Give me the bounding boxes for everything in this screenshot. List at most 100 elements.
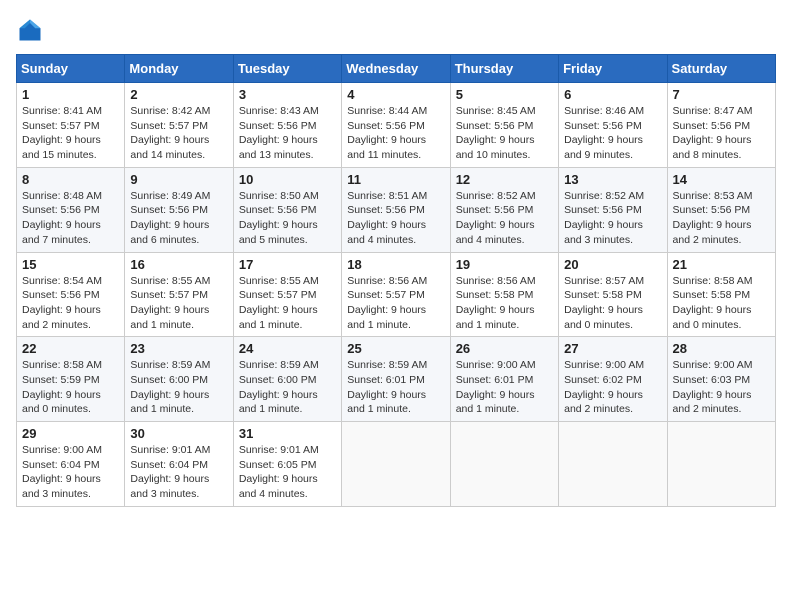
day-number: 14 — [673, 172, 770, 187]
calendar-cell: 12 Sunrise: 8:52 AMSunset: 5:56 PMDaylig… — [450, 167, 558, 252]
calendar-week-row: 8 Sunrise: 8:48 AMSunset: 5:56 PMDayligh… — [17, 167, 776, 252]
day-details: Sunrise: 8:55 AMSunset: 5:57 PMDaylight:… — [239, 275, 319, 331]
day-details: Sunrise: 8:55 AMSunset: 5:57 PMDaylight:… — [130, 275, 210, 331]
day-details: Sunrise: 8:59 AMSunset: 6:01 PMDaylight:… — [347, 359, 427, 415]
day-details: Sunrise: 8:44 AMSunset: 5:56 PMDaylight:… — [347, 105, 427, 161]
day-details: Sunrise: 8:56 AMSunset: 5:58 PMDaylight:… — [456, 275, 536, 331]
calendar-cell: 14 Sunrise: 8:53 AMSunset: 5:56 PMDaylig… — [667, 167, 775, 252]
day-number: 21 — [673, 257, 770, 272]
weekday-header-thursday: Thursday — [450, 55, 558, 83]
calendar-cell: 30 Sunrise: 9:01 AMSunset: 6:04 PMDaylig… — [125, 422, 233, 507]
calendar-header-row: SundayMondayTuesdayWednesdayThursdayFrid… — [17, 55, 776, 83]
day-details: Sunrise: 8:54 AMSunset: 5:56 PMDaylight:… — [22, 275, 102, 331]
weekday-header-saturday: Saturday — [667, 55, 775, 83]
day-details: Sunrise: 8:49 AMSunset: 5:56 PMDaylight:… — [130, 190, 210, 246]
calendar-cell: 4 Sunrise: 8:44 AMSunset: 5:56 PMDayligh… — [342, 83, 450, 168]
day-number: 12 — [456, 172, 553, 187]
weekday-header-monday: Monday — [125, 55, 233, 83]
day-details: Sunrise: 9:00 AMSunset: 6:04 PMDaylight:… — [22, 444, 102, 500]
day-number: 30 — [130, 426, 227, 441]
calendar-cell: 3 Sunrise: 8:43 AMSunset: 5:56 PMDayligh… — [233, 83, 341, 168]
calendar-cell: 21 Sunrise: 8:58 AMSunset: 5:58 PMDaylig… — [667, 252, 775, 337]
day-number: 22 — [22, 341, 119, 356]
day-number: 28 — [673, 341, 770, 356]
day-number: 15 — [22, 257, 119, 272]
day-details: Sunrise: 8:52 AMSunset: 5:56 PMDaylight:… — [456, 190, 536, 246]
calendar-cell: 27 Sunrise: 9:00 AMSunset: 6:02 PMDaylig… — [559, 337, 667, 422]
calendar-cell: 13 Sunrise: 8:52 AMSunset: 5:56 PMDaylig… — [559, 167, 667, 252]
day-number: 25 — [347, 341, 444, 356]
day-number: 26 — [456, 341, 553, 356]
day-number: 18 — [347, 257, 444, 272]
day-number: 13 — [564, 172, 661, 187]
calendar-week-row: 22 Sunrise: 8:58 AMSunset: 5:59 PMDaylig… — [17, 337, 776, 422]
calendar-week-row: 1 Sunrise: 8:41 AMSunset: 5:57 PMDayligh… — [17, 83, 776, 168]
calendar-cell: 28 Sunrise: 9:00 AMSunset: 6:03 PMDaylig… — [667, 337, 775, 422]
calendar-cell: 26 Sunrise: 9:00 AMSunset: 6:01 PMDaylig… — [450, 337, 558, 422]
day-details: Sunrise: 8:59 AMSunset: 6:00 PMDaylight:… — [130, 359, 210, 415]
calendar-cell: 16 Sunrise: 8:55 AMSunset: 5:57 PMDaylig… — [125, 252, 233, 337]
calendar-cell: 31 Sunrise: 9:01 AMSunset: 6:05 PMDaylig… — [233, 422, 341, 507]
day-number: 6 — [564, 87, 661, 102]
day-details: Sunrise: 8:53 AMSunset: 5:56 PMDaylight:… — [673, 190, 753, 246]
day-details: Sunrise: 9:00 AMSunset: 6:03 PMDaylight:… — [673, 359, 753, 415]
calendar-table: SundayMondayTuesdayWednesdayThursdayFrid… — [16, 54, 776, 507]
day-number: 3 — [239, 87, 336, 102]
page-header — [16, 16, 776, 44]
calendar-cell: 18 Sunrise: 8:56 AMSunset: 5:57 PMDaylig… — [342, 252, 450, 337]
day-number: 23 — [130, 341, 227, 356]
day-number: 2 — [130, 87, 227, 102]
day-number: 1 — [22, 87, 119, 102]
day-number: 16 — [130, 257, 227, 272]
calendar-week-row: 29 Sunrise: 9:00 AMSunset: 6:04 PMDaylig… — [17, 422, 776, 507]
calendar-cell — [342, 422, 450, 507]
calendar-cell: 22 Sunrise: 8:58 AMSunset: 5:59 PMDaylig… — [17, 337, 125, 422]
day-number: 19 — [456, 257, 553, 272]
day-details: Sunrise: 8:51 AMSunset: 5:56 PMDaylight:… — [347, 190, 427, 246]
day-details: Sunrise: 8:59 AMSunset: 6:00 PMDaylight:… — [239, 359, 319, 415]
day-number: 9 — [130, 172, 227, 187]
day-number: 10 — [239, 172, 336, 187]
day-details: Sunrise: 9:01 AMSunset: 6:04 PMDaylight:… — [130, 444, 210, 500]
calendar-cell — [667, 422, 775, 507]
calendar-cell: 17 Sunrise: 8:55 AMSunset: 5:57 PMDaylig… — [233, 252, 341, 337]
calendar-cell: 7 Sunrise: 8:47 AMSunset: 5:56 PMDayligh… — [667, 83, 775, 168]
day-details: Sunrise: 8:58 AMSunset: 5:59 PMDaylight:… — [22, 359, 102, 415]
day-number: 8 — [22, 172, 119, 187]
calendar-week-row: 15 Sunrise: 8:54 AMSunset: 5:56 PMDaylig… — [17, 252, 776, 337]
day-number: 20 — [564, 257, 661, 272]
day-details: Sunrise: 8:56 AMSunset: 5:57 PMDaylight:… — [347, 275, 427, 331]
calendar-cell: 29 Sunrise: 9:00 AMSunset: 6:04 PMDaylig… — [17, 422, 125, 507]
day-details: Sunrise: 8:45 AMSunset: 5:56 PMDaylight:… — [456, 105, 536, 161]
calendar-cell: 9 Sunrise: 8:49 AMSunset: 5:56 PMDayligh… — [125, 167, 233, 252]
day-details: Sunrise: 8:58 AMSunset: 5:58 PMDaylight:… — [673, 275, 753, 331]
day-number: 7 — [673, 87, 770, 102]
calendar-cell: 25 Sunrise: 8:59 AMSunset: 6:01 PMDaylig… — [342, 337, 450, 422]
weekday-header-wednesday: Wednesday — [342, 55, 450, 83]
day-details: Sunrise: 9:00 AMSunset: 6:02 PMDaylight:… — [564, 359, 644, 415]
calendar-cell — [450, 422, 558, 507]
weekday-header-tuesday: Tuesday — [233, 55, 341, 83]
day-number: 5 — [456, 87, 553, 102]
day-number: 29 — [22, 426, 119, 441]
day-details: Sunrise: 8:41 AMSunset: 5:57 PMDaylight:… — [22, 105, 102, 161]
day-number: 31 — [239, 426, 336, 441]
day-details: Sunrise: 8:47 AMSunset: 5:56 PMDaylight:… — [673, 105, 753, 161]
calendar-cell: 5 Sunrise: 8:45 AMSunset: 5:56 PMDayligh… — [450, 83, 558, 168]
calendar-cell: 1 Sunrise: 8:41 AMSunset: 5:57 PMDayligh… — [17, 83, 125, 168]
day-details: Sunrise: 8:57 AMSunset: 5:58 PMDaylight:… — [564, 275, 644, 331]
logo — [16, 16, 48, 44]
day-details: Sunrise: 8:52 AMSunset: 5:56 PMDaylight:… — [564, 190, 644, 246]
calendar-cell — [559, 422, 667, 507]
day-details: Sunrise: 9:01 AMSunset: 6:05 PMDaylight:… — [239, 444, 319, 500]
day-details: Sunrise: 8:50 AMSunset: 5:56 PMDaylight:… — [239, 190, 319, 246]
day-details: Sunrise: 9:00 AMSunset: 6:01 PMDaylight:… — [456, 359, 536, 415]
calendar-cell: 24 Sunrise: 8:59 AMSunset: 6:00 PMDaylig… — [233, 337, 341, 422]
calendar-cell: 11 Sunrise: 8:51 AMSunset: 5:56 PMDaylig… — [342, 167, 450, 252]
weekday-header-sunday: Sunday — [17, 55, 125, 83]
day-details: Sunrise: 8:43 AMSunset: 5:56 PMDaylight:… — [239, 105, 319, 161]
calendar-cell: 23 Sunrise: 8:59 AMSunset: 6:00 PMDaylig… — [125, 337, 233, 422]
day-details: Sunrise: 8:42 AMSunset: 5:57 PMDaylight:… — [130, 105, 210, 161]
logo-icon — [16, 16, 44, 44]
day-number: 27 — [564, 341, 661, 356]
